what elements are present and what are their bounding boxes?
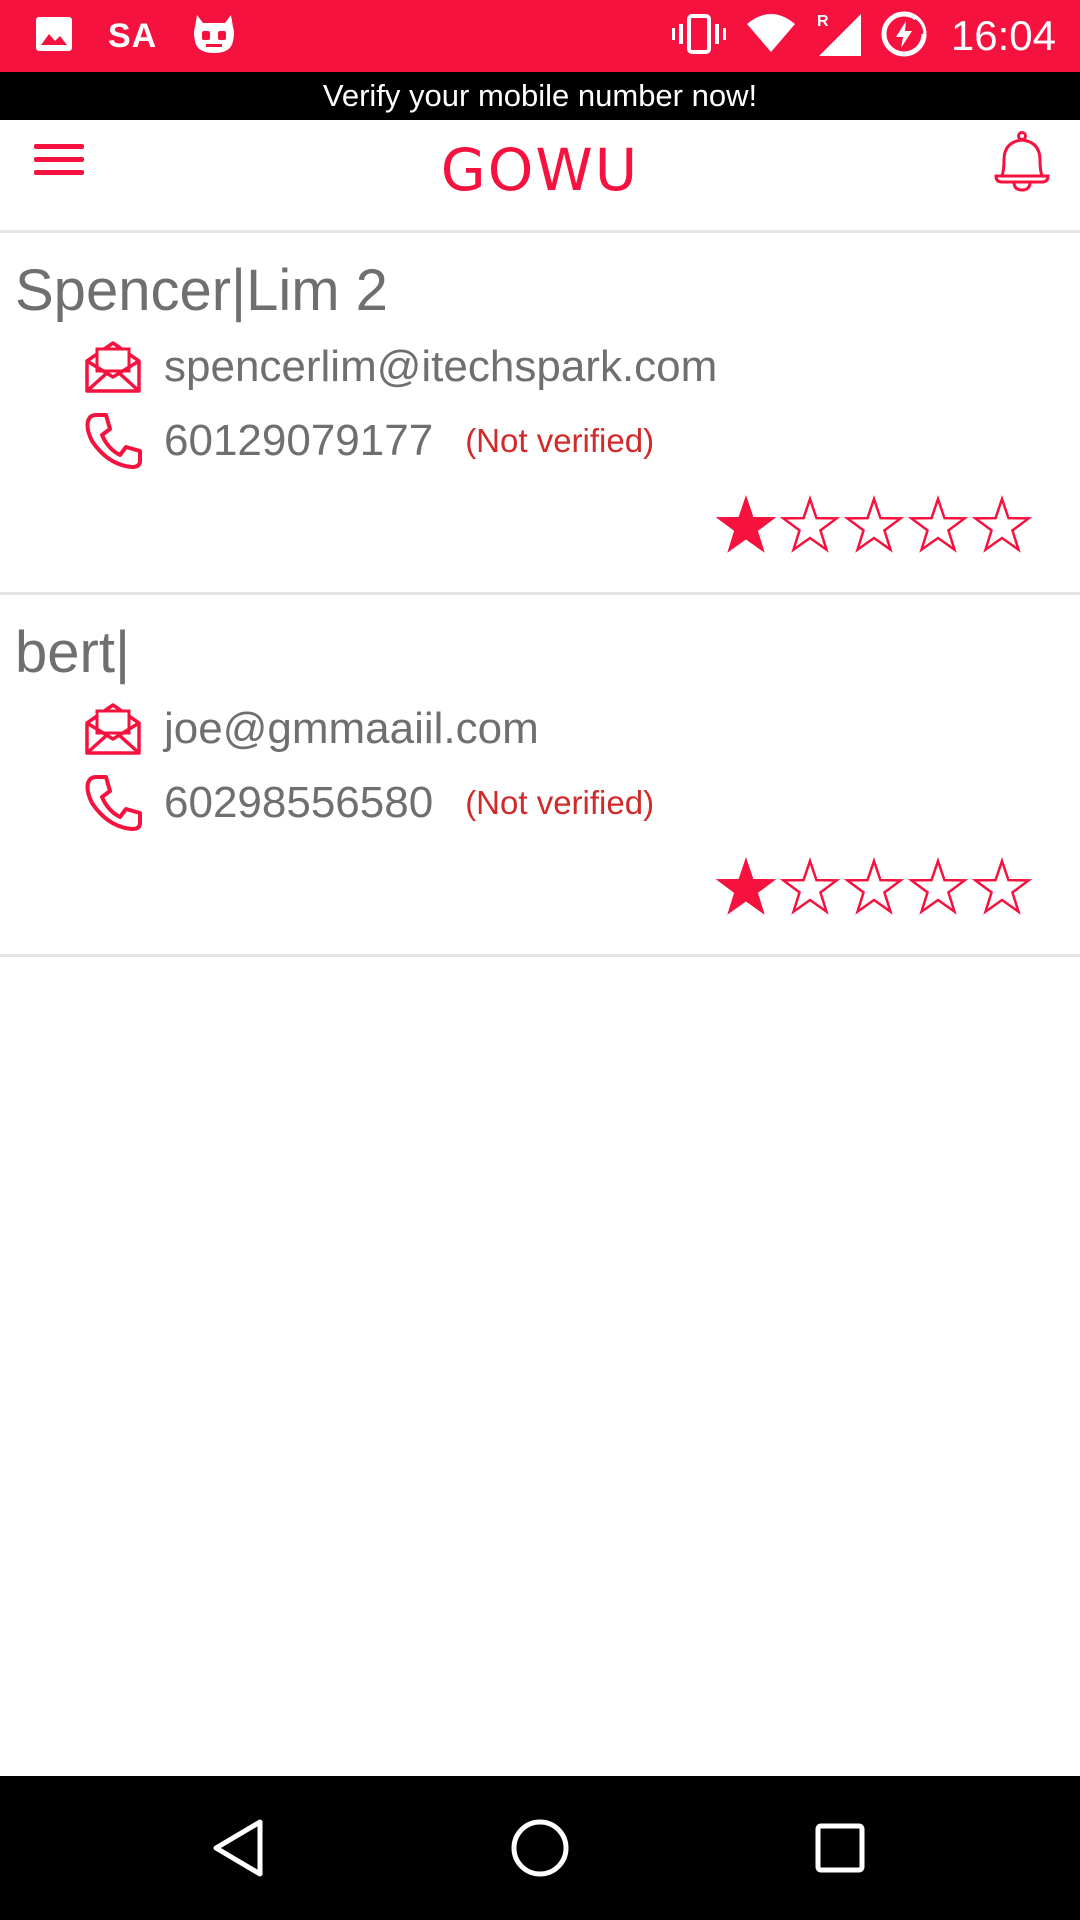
- star-rating: [716, 495, 1032, 555]
- contact-email-row: joe@gmmaaiil.com: [82, 697, 539, 761]
- home-icon: [504, 1819, 576, 1888]
- star-empty-icon: [908, 857, 968, 915]
- contact-card[interactable]: bert| joe@gmmaaiil.com 60298556580 (Not …: [0, 595, 1080, 957]
- star-empty-icon: [908, 495, 968, 553]
- star-empty-icon: [972, 857, 1032, 915]
- notifications-button[interactable]: [992, 130, 1052, 194]
- home-button[interactable]: [504, 1812, 576, 1884]
- star-filled-icon: [716, 495, 776, 553]
- contact-phone-row: 60298556580 (Not verified): [82, 771, 654, 835]
- image-icon: [34, 14, 74, 59]
- signal-roaming-icon: R: [815, 10, 863, 63]
- menu-button[interactable]: [32, 134, 88, 186]
- carrier-label: SA: [108, 16, 158, 55]
- screen: SA R 16:04 Verify your mobile number now…: [0, 0, 1080, 1920]
- system-nav-bar: [0, 1776, 1080, 1920]
- status-bar-right: R 16:04: [671, 10, 1056, 62]
- star-empty-icon: [780, 495, 840, 553]
- app-bar: GOWU: [0, 120, 1080, 233]
- phone-not-verified-label[interactable]: (Not verified): [465, 784, 654, 822]
- star-filled-icon: [716, 857, 776, 915]
- hamburger-menu-icon: [32, 144, 88, 190]
- contact-email: spencerlim@itechspark.com: [164, 342, 718, 391]
- contact-phone: 60298556580: [164, 778, 434, 827]
- envelope-icon: [82, 698, 144, 760]
- recents-icon: [804, 1823, 876, 1888]
- contact-email: joe@gmmaaiil.com: [164, 704, 539, 753]
- back-icon: [204, 1819, 276, 1888]
- vibrate-icon: [671, 12, 727, 61]
- star-empty-icon: [844, 857, 904, 915]
- status-bar-left: SA: [34, 14, 237, 58]
- contact-card[interactable]: Spencer|Lim 2 spencerlim@itechspark.com: [0, 233, 1080, 595]
- status-time: 16:04: [950, 12, 1056, 59]
- star-empty-icon: [972, 495, 1032, 553]
- contact-phone: 60129079177: [164, 416, 434, 465]
- wifi-icon: [745, 12, 797, 61]
- recents-button[interactable]: [804, 1812, 876, 1884]
- svg-text:R: R: [817, 13, 829, 30]
- phone-icon: [82, 410, 144, 472]
- verify-banner-text: Verify your mobile number now!: [322, 78, 758, 113]
- star-empty-icon: [844, 495, 904, 553]
- star-empty-icon: [780, 857, 840, 915]
- status-bar: SA R 16:04: [0, 0, 1080, 72]
- contact-name: bert|: [15, 620, 131, 685]
- contact-name: Spencer|Lim 2: [15, 258, 388, 323]
- contact-email-row: spencerlim@itechspark.com: [82, 335, 717, 399]
- contact-phone-row: 60129079177 (Not verified): [82, 409, 654, 473]
- star-rating: [716, 857, 1032, 917]
- battery-charging-icon: [881, 11, 927, 62]
- phone-icon: [82, 772, 144, 834]
- cyanogen-icon: [191, 13, 237, 60]
- bell-icon: [992, 131, 1052, 198]
- verify-mobile-banner[interactable]: Verify your mobile number now!: [0, 72, 1080, 120]
- back-button[interactable]: [204, 1812, 276, 1884]
- envelope-icon: [82, 336, 144, 398]
- contact-list: Spencer|Lim 2 spencerlim@itechspark.com: [0, 233, 1080, 957]
- app-title: GOWU: [440, 136, 640, 204]
- phone-not-verified-label[interactable]: (Not verified): [465, 422, 654, 460]
